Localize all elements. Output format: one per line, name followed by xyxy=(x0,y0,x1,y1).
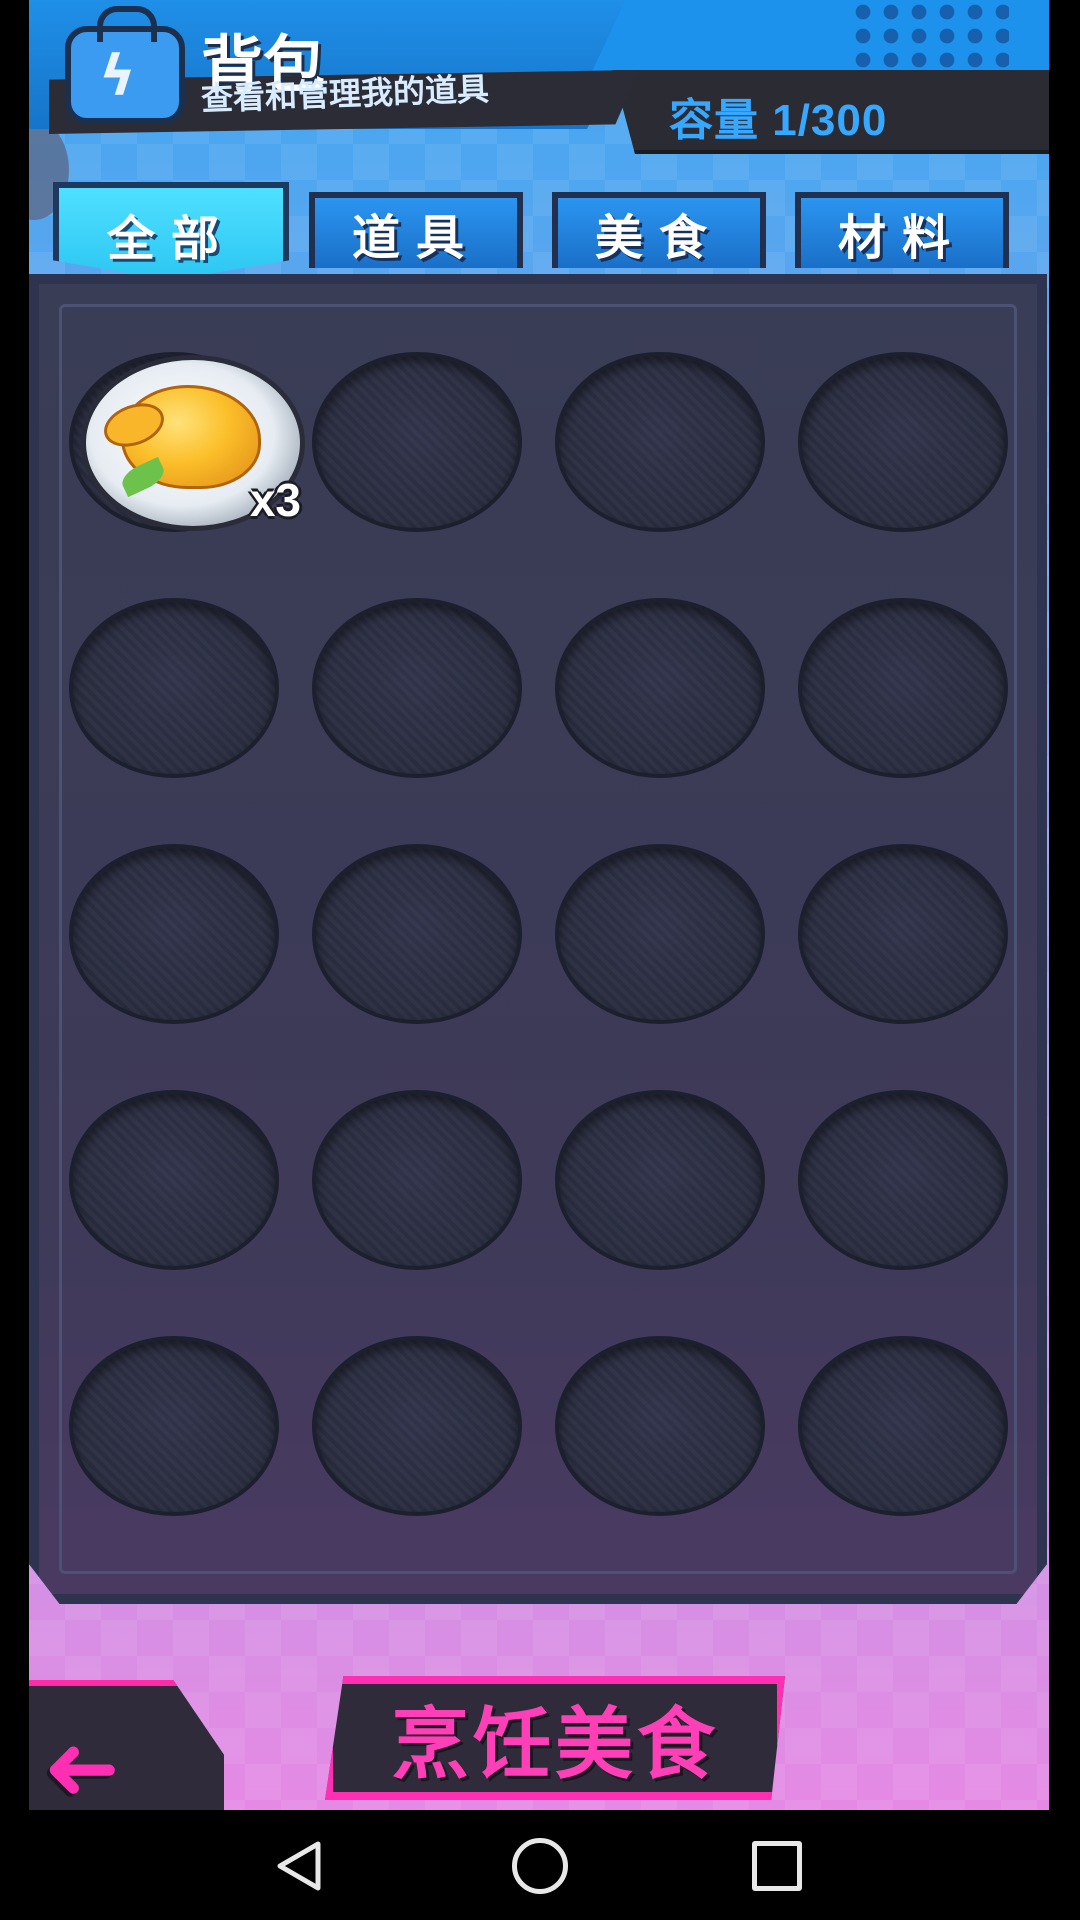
tab-label: 道具 xyxy=(351,210,480,266)
inventory-slot[interactable] xyxy=(312,844,522,1024)
backpack-icon: ϟ xyxy=(65,6,185,124)
tab-materials[interactable]: 材料 xyxy=(795,192,1009,268)
inventory-slot[interactable] xyxy=(69,844,279,1024)
item-roast-chicken[interactable]: x3 xyxy=(81,355,311,535)
inventory-slot[interactable] xyxy=(798,844,1008,1024)
capacity-label: 容量 1/300 xyxy=(669,96,888,145)
tab-label: 美食 xyxy=(594,210,723,266)
inventory-slot[interactable] xyxy=(798,1090,1008,1270)
tab-food[interactable]: 美食 xyxy=(552,192,766,268)
back-button[interactable]: ➜ xyxy=(29,1680,224,1810)
header-dot-pattern xyxy=(849,0,1009,70)
inventory-slot[interactable] xyxy=(69,1336,279,1516)
game-screen: 容量 1/300 ϟ 背包 查看和管理我的道具 全部 道具 美食 材料 x3 ➜… xyxy=(29,0,1049,1810)
tab-label: 材料 xyxy=(837,210,966,266)
inventory-slot[interactable] xyxy=(312,352,522,532)
inventory-slot[interactable] xyxy=(312,1336,522,1516)
tab-label: 全部 xyxy=(106,211,235,267)
inventory-slot[interactable] xyxy=(69,598,279,778)
inventory-slot[interactable] xyxy=(798,1336,1008,1516)
nav-back-icon[interactable] xyxy=(272,1838,328,1894)
inventory-slot[interactable] xyxy=(555,1090,765,1270)
inventory-slot[interactable] xyxy=(555,844,765,1024)
inventory-slot[interactable] xyxy=(798,598,1008,778)
back-arrow-icon: ➜ xyxy=(43,1714,121,1810)
inventory-slot[interactable] xyxy=(555,352,765,532)
inventory-slot[interactable] xyxy=(312,1090,522,1270)
inventory-slot[interactable] xyxy=(798,352,1008,532)
inventory-slot[interactable] xyxy=(555,1336,765,1516)
system-navigation-bar xyxy=(0,1810,1080,1920)
cook-food-label: 烹饪美食 xyxy=(390,1700,719,1790)
nav-home-icon[interactable] xyxy=(512,1838,568,1894)
tab-all[interactable]: 全部 xyxy=(53,182,289,280)
tab-items[interactable]: 道具 xyxy=(309,192,523,268)
inventory-slot[interactable] xyxy=(555,598,765,778)
item-quantity: x3 xyxy=(249,474,301,526)
inventory-slot[interactable] xyxy=(312,598,522,778)
nav-recents-icon[interactable] xyxy=(752,1841,802,1891)
inventory-slot[interactable] xyxy=(69,1090,279,1270)
cook-food-button[interactable]: 烹饪美食 xyxy=(325,1676,785,1800)
